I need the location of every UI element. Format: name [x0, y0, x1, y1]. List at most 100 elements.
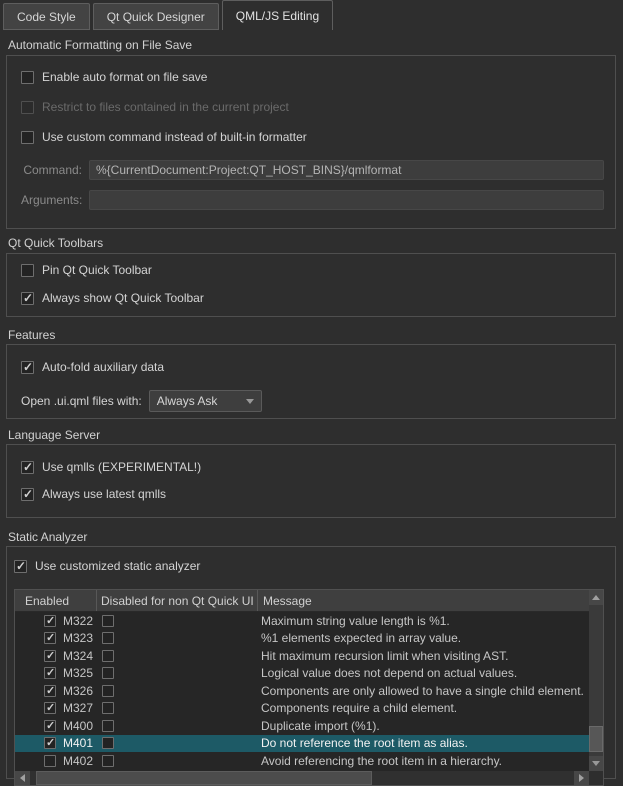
rule-message: Logical value does not depend on actual … — [261, 666, 517, 680]
column-header-enabled[interactable]: Enabled — [15, 590, 97, 611]
scroll-up-button[interactable] — [589, 590, 603, 605]
section-title-toolbars: Qt Quick Toolbars — [8, 236, 623, 250]
rule-id: M402 — [63, 754, 93, 768]
group-box-auto-format: Enable auto format on file save Restrict… — [6, 55, 616, 229]
analyzer-rule-row[interactable]: M323 %1 elements expected in array value… — [15, 630, 589, 648]
rule-id: M326 — [63, 684, 93, 698]
rule-disabled-nonqtquick-checkbox[interactable] — [102, 667, 114, 679]
analyzer-table-header: Enabled Disabled for non Qt Quick UI Mes… — [15, 590, 589, 612]
column-header-disabled-non-qt-quick[interactable]: Disabled for non Qt Quick UI — [97, 590, 258, 611]
pin-toolbar-label[interactable]: Pin Qt Quick Toolbar — [42, 263, 152, 277]
command-input — [89, 160, 604, 180]
restrict-files-label: Restrict to files contained in the curre… — [42, 100, 289, 114]
arrow-up-icon — [592, 595, 600, 600]
custom-command-row[interactable]: Use custom command instead of built-in f… — [21, 130, 604, 144]
latest-qmlls-row[interactable]: Always use latest qmlls — [21, 487, 604, 501]
rule-disabled-nonqtquick-checkbox[interactable] — [102, 650, 114, 662]
group-box-toolbars: Pin Qt Quick Toolbar Always show Qt Quic… — [6, 253, 616, 317]
enable-autoformat-label[interactable]: Enable auto format on file save — [42, 70, 207, 84]
rule-disabled-nonqtquick-checkbox[interactable] — [102, 685, 114, 697]
analyzer-rule-row[interactable]: M326 Components are only allowed to have… — [15, 682, 589, 700]
command-row: Command: — [21, 160, 604, 180]
autofold-label[interactable]: Auto-fold auxiliary data — [42, 360, 164, 374]
analyzer-rule-row[interactable]: M401 Do not reference the root item as a… — [15, 735, 589, 753]
tab-qt-quick-designer[interactable]: Qt Quick Designer — [93, 3, 219, 30]
rule-disabled-nonqtquick-checkbox[interactable] — [102, 702, 114, 714]
rule-enabled-checkbox[interactable] — [44, 615, 56, 627]
open-uiqml-select[interactable]: Always Ask — [149, 390, 262, 412]
open-uiqml-label: Open .ui.qml files with: — [21, 394, 142, 408]
pin-toolbar-row[interactable]: Pin Qt Quick Toolbar — [21, 263, 604, 277]
section-static-analyzer: Static Analyzer Use customized static an… — [0, 530, 623, 779]
vertical-scrollbar[interactable] — [589, 590, 603, 771]
arrow-down-icon — [592, 761, 600, 766]
open-uiqml-selected-value: Always Ask — [157, 394, 246, 408]
rule-enabled-checkbox[interactable] — [44, 755, 56, 767]
latest-qmlls-label[interactable]: Always use latest qmlls — [42, 487, 166, 501]
scroll-down-button[interactable] — [589, 756, 603, 771]
rule-id: M325 — [63, 666, 93, 680]
settings-tabbar: Code Style Qt Quick Designer QML/JS Edit… — [0, 0, 623, 30]
rule-message: Components are only allowed to have a si… — [261, 684, 584, 698]
autofold-row[interactable]: Auto-fold auxiliary data — [21, 360, 604, 374]
autofold-checkbox[interactable] — [21, 361, 34, 374]
analyzer-rules-table: Enabled Disabled for non Qt Quick UI Mes… — [14, 589, 604, 786]
rule-disabled-nonqtquick-checkbox[interactable] — [102, 615, 114, 627]
rule-disabled-nonqtquick-checkbox[interactable] — [102, 737, 114, 749]
always-show-toolbar-checkbox[interactable] — [21, 292, 34, 305]
enable-autoformat-row[interactable]: Enable auto format on file save — [21, 70, 604, 84]
always-show-toolbar-row[interactable]: Always show Qt Quick Toolbar — [21, 291, 604, 305]
analyzer-rule-row[interactable]: M327 Components require a child element. — [15, 700, 589, 718]
column-header-message[interactable]: Message — [258, 590, 589, 611]
section-title-language-server: Language Server — [8, 428, 623, 442]
rule-message: Hit maximum recursion limit when visitin… — [261, 649, 508, 663]
analyzer-rule-row[interactable]: M324 Hit maximum recursion limit when vi… — [15, 647, 589, 665]
group-box-static-analyzer: Use customized static analyzer Enabled D… — [6, 546, 616, 779]
analyzer-rule-row[interactable]: M402 Avoid referencing the root item in … — [15, 752, 589, 770]
rule-enabled-checkbox[interactable] — [44, 650, 56, 662]
custom-command-checkbox[interactable] — [21, 131, 34, 144]
rule-disabled-nonqtquick-checkbox[interactable] — [102, 632, 114, 644]
use-custom-analyzer-row[interactable]: Use customized static analyzer — [14, 559, 604, 573]
use-custom-analyzer-checkbox[interactable] — [14, 560, 27, 573]
use-qmlls-checkbox[interactable] — [21, 461, 34, 474]
section-auto-format: Automatic Formatting on File Save Enable… — [0, 38, 623, 229]
use-qmlls-row[interactable]: Use qmlls (EXPERIMENTAL!) — [21, 460, 604, 474]
rule-disabled-nonqtquick-checkbox[interactable] — [102, 720, 114, 732]
restrict-files-row: Restrict to files contained in the curre… — [21, 100, 604, 114]
vertical-scrollbar-track[interactable] — [589, 605, 603, 756]
rule-disabled-nonqtquick-checkbox[interactable] — [102, 755, 114, 767]
section-toolbars: Qt Quick Toolbars Pin Qt Quick Toolbar A… — [0, 236, 623, 317]
analyzer-rule-row[interactable]: M322 Maximum string value length is %1. — [15, 612, 589, 630]
arguments-label: Arguments: — [21, 193, 89, 207]
section-features: Features Auto-fold auxiliary data Open .… — [0, 328, 623, 419]
rule-enabled-checkbox[interactable] — [44, 737, 56, 749]
rule-enabled-checkbox[interactable] — [44, 685, 56, 697]
chevron-down-icon — [246, 399, 254, 404]
rule-enabled-checkbox[interactable] — [44, 720, 56, 732]
latest-qmlls-checkbox[interactable] — [21, 488, 34, 501]
rule-enabled-checkbox[interactable] — [44, 702, 56, 714]
arguments-row: Arguments: — [21, 190, 604, 210]
group-box-features: Auto-fold auxiliary data Open .ui.qml fi… — [6, 344, 616, 419]
tab-qml-js-editing[interactable]: QML/JS Editing — [222, 0, 333, 30]
custom-command-label[interactable]: Use custom command instead of built-in f… — [42, 130, 307, 144]
tab-code-style[interactable]: Code Style — [3, 3, 90, 30]
rule-enabled-checkbox[interactable] — [44, 632, 56, 644]
analyzer-rule-row[interactable]: M325 Logical value does not depend on ac… — [15, 665, 589, 683]
open-uiqml-row: Open .ui.qml files with: Always Ask — [21, 390, 604, 412]
analyzer-rule-row[interactable]: M400 Duplicate import (%1). — [15, 717, 589, 735]
section-title-features: Features — [8, 328, 623, 342]
vertical-scrollbar-thumb[interactable] — [589, 726, 603, 752]
rule-message: %1 elements expected in array value. — [261, 631, 461, 645]
rule-message: Avoid referencing the root item in a hie… — [261, 754, 502, 768]
use-custom-analyzer-label[interactable]: Use customized static analyzer — [35, 559, 200, 573]
rule-enabled-checkbox[interactable] — [44, 667, 56, 679]
section-language-server: Language Server Use qmlls (EXPERIMENTAL!… — [0, 428, 623, 518]
group-box-language-server: Use qmlls (EXPERIMENTAL!) Always use lat… — [6, 444, 616, 518]
always-show-toolbar-label[interactable]: Always show Qt Quick Toolbar — [42, 291, 204, 305]
use-qmlls-label[interactable]: Use qmlls (EXPERIMENTAL!) — [42, 460, 201, 474]
pin-toolbar-checkbox[interactable] — [21, 264, 34, 277]
command-label: Command: — [21, 163, 89, 177]
enable-autoformat-checkbox[interactable] — [21, 71, 34, 84]
